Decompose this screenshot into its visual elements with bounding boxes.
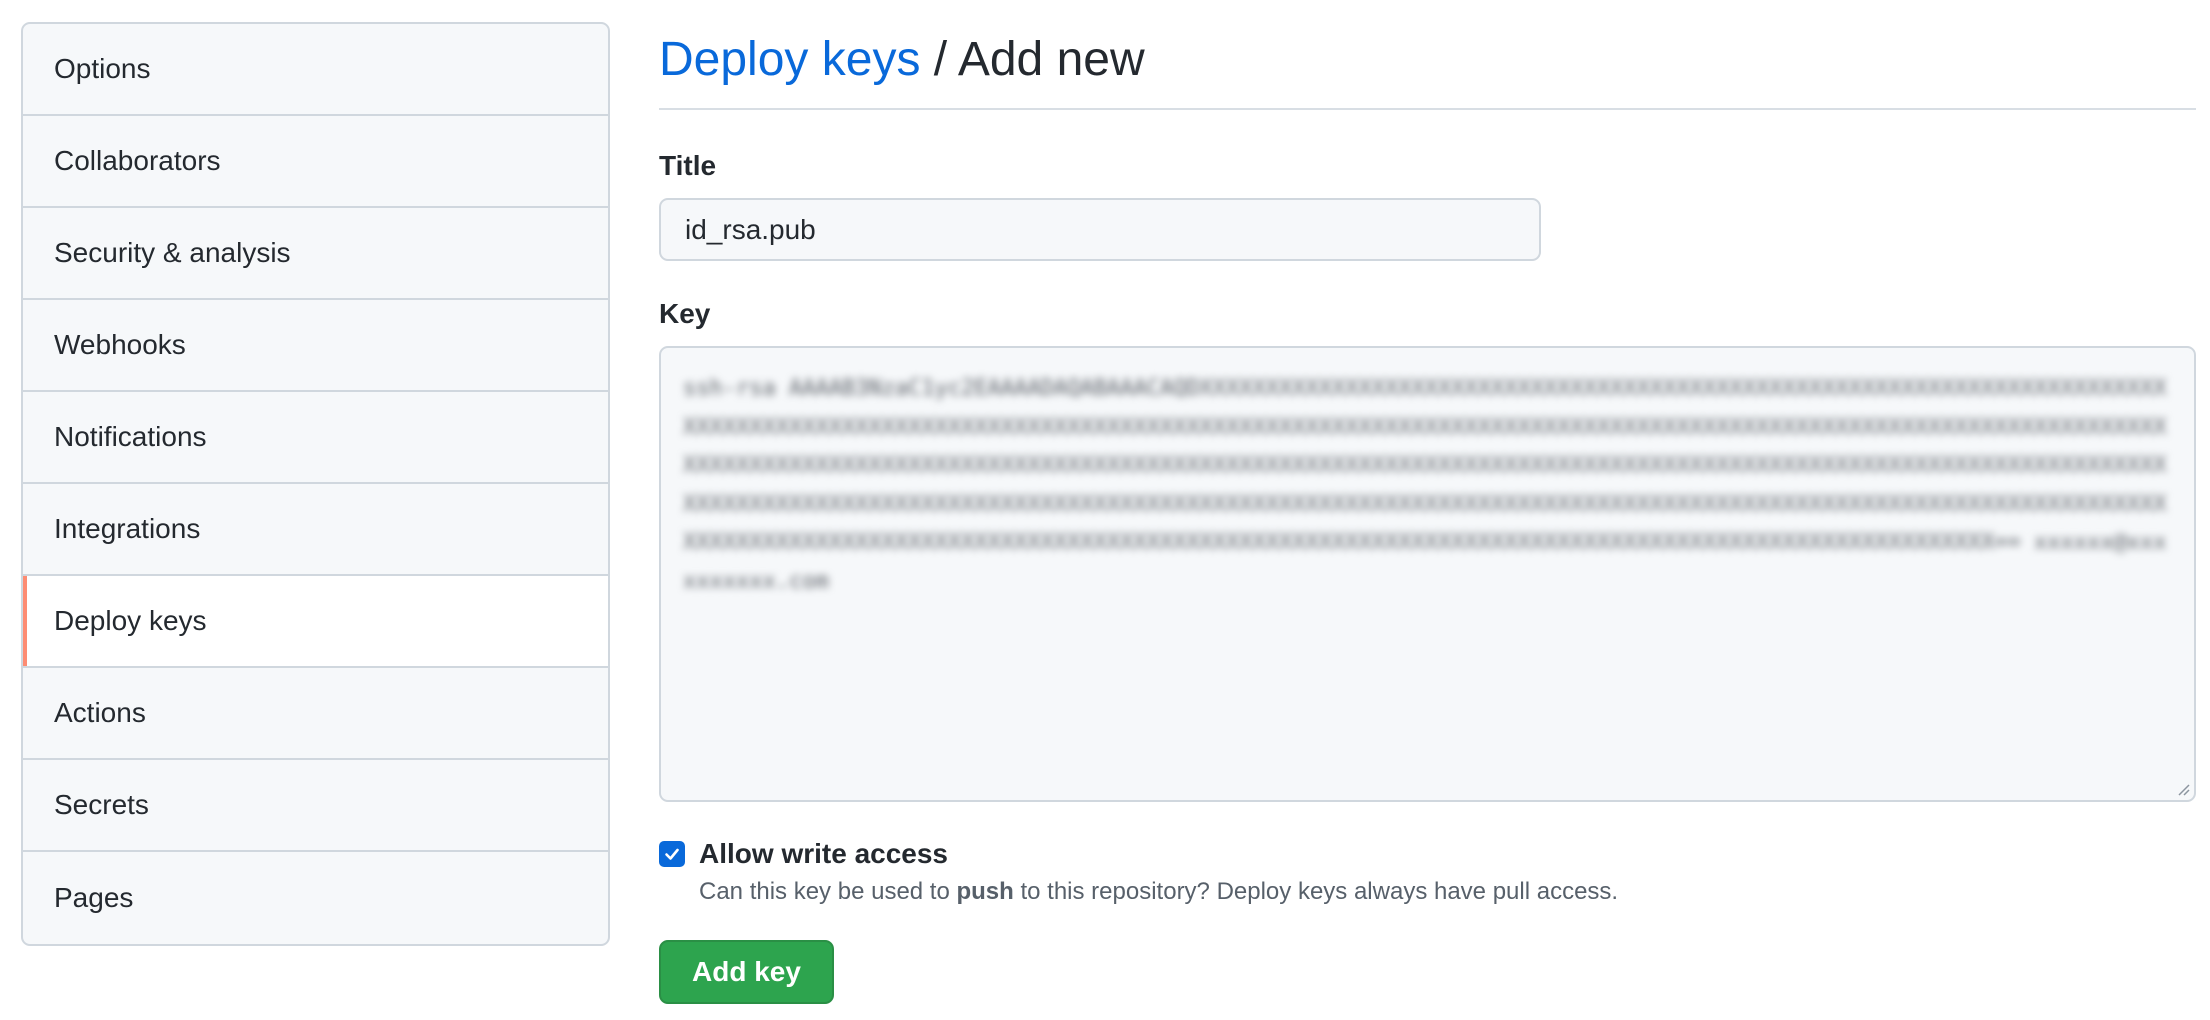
write-access-checkbox[interactable] (659, 841, 685, 867)
sidebar-item-pages[interactable]: Pages (23, 852, 608, 944)
help-text-before: Can this key be used to (699, 878, 957, 905)
add-key-button[interactable]: Add key (659, 940, 834, 1004)
breadcrumb-separator: / (933, 33, 948, 86)
sidebar-item-security-analysis[interactable]: Security & analysis (23, 208, 608, 300)
key-label: Key (659, 298, 711, 329)
help-text-bold: push (956, 878, 1014, 905)
header-divider (659, 108, 2196, 110)
resize-handle-icon[interactable] (2174, 780, 2190, 796)
write-access-help-text: Can this key be used to push to this rep… (699, 878, 1618, 906)
sidebar-item-integrations[interactable]: Integrations (23, 484, 608, 576)
breadcrumb-current: Add new (957, 33, 1145, 86)
write-access-label[interactable]: Allow write access (699, 838, 948, 870)
sidebar-item-collaborators[interactable]: Collaborators (23, 116, 608, 208)
page-title: Deploy keys / Add new (659, 30, 1145, 90)
sidebar-item-webhooks[interactable]: Webhooks (23, 300, 608, 392)
help-text-after: to this repository? Deploy keys always h… (1013, 878, 1619, 905)
checkmark-icon (665, 848, 679, 860)
sidebar-item-options[interactable]: Options (23, 24, 608, 116)
breadcrumb-deploy-keys-link[interactable]: Deploy keys (659, 33, 920, 86)
settings-sidebar: Options Collaborators Security & analysi… (21, 22, 610, 946)
sidebar-item-secrets[interactable]: Secrets (23, 760, 608, 852)
sidebar-item-notifications[interactable]: Notifications (23, 392, 608, 484)
key-value: ssh-rsa AAAAB3NzaC1yc2EAAAADAQABAAACAQDX… (683, 376, 2167, 594)
key-textarea[interactable]: ssh-rsa AAAAB3NzaC1yc2EAAAADAQABAAACAQDX… (659, 346, 2196, 802)
sidebar-item-actions[interactable]: Actions (23, 668, 608, 760)
write-access-row: Allow write access (659, 838, 948, 870)
sidebar-item-deploy-keys[interactable]: Deploy keys (23, 576, 608, 668)
title-label: Title (659, 150, 717, 181)
title-input[interactable] (659, 198, 1541, 261)
